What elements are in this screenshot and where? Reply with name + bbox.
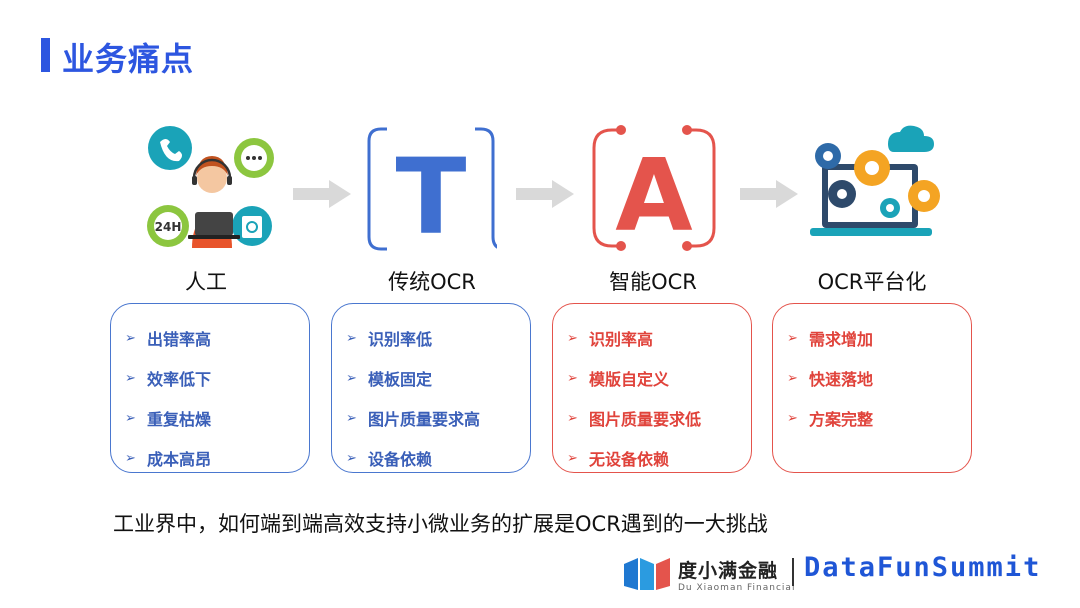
chevron-right-icon: ➢ <box>346 450 357 466</box>
chevron-right-icon: ➢ <box>567 410 578 426</box>
chevron-right-icon: ➢ <box>346 410 357 426</box>
a-letter: A <box>615 137 692 254</box>
chevron-right-icon: ➢ <box>567 370 578 386</box>
clock-24h-label: 24H <box>155 220 182 234</box>
cloud-icon <box>888 125 934 152</box>
footer-logos: 度小满金融 Du Xiaoman Financial DataFunSummit <box>624 552 1064 598</box>
ocr-platform-features-box: ➢ 需求增加 ➢ 快速落地 ➢ 方案完整 <box>772 303 972 473</box>
list-item: ➢ 快速落地 <box>787 370 874 389</box>
list-item: ➢ 无设备依赖 <box>567 450 670 469</box>
title-accent-bar <box>41 38 50 72</box>
chevron-right-icon: ➢ <box>787 410 798 426</box>
list-item: ➢ 设备依赖 <box>346 450 433 469</box>
list-item: ➢ 出错率高 <box>125 330 212 349</box>
smart-ocr-a-icon: A <box>592 125 716 254</box>
chevron-right-icon: ➢ <box>567 450 578 466</box>
column-label-ocr-platform: OCR平台化 <box>817 270 927 294</box>
column-label-manual: 人工 <box>185 270 227 294</box>
duxiaoman-logo-icon <box>624 558 670 590</box>
list-item: ➢ 图片质量要求低 <box>567 410 702 429</box>
chevron-right-icon: ➢ <box>567 330 578 346</box>
list-item: ➢ 成本高昂 <box>125 450 212 469</box>
chevron-right-icon: ➢ <box>346 330 357 346</box>
summary-statement: 工业界中，如何端到端高效支持小微业务的扩展是OCR遇到的一大挑战 <box>113 512 768 536</box>
list-item: ➢ 需求增加 <box>787 330 874 349</box>
arrow-right-icon <box>516 180 574 208</box>
chevron-right-icon: ➢ <box>346 370 357 386</box>
customer-service-icon: 24H <box>147 126 274 248</box>
list-item: ➢ 识别率高 <box>567 330 654 349</box>
chevron-right-icon: ➢ <box>125 330 136 346</box>
list-item: ➢ 识别率低 <box>346 330 433 349</box>
page-title: 业务痛点 <box>62 40 195 78</box>
smart-ocr-features-box: ➢ 识别率高 ➢ 模版自定义 ➢ 图片质量要求低 ➢ 无设备依赖 <box>552 303 752 473</box>
chevron-right-icon: ➢ <box>125 410 136 426</box>
t-letter: T <box>396 136 467 253</box>
chevron-right-icon: ➢ <box>787 330 798 346</box>
list-item: ➢ 图片质量要求高 <box>346 410 481 429</box>
arrow-right-icon <box>740 180 798 208</box>
list-item: ➢ 模板固定 <box>346 370 433 389</box>
list-item: ➢ 效率低下 <box>125 370 212 389</box>
traditional-ocr-t-icon: T <box>367 127 497 253</box>
chevron-right-icon: ➢ <box>125 450 136 466</box>
brand-name-cn: 度小满金融 <box>678 560 779 582</box>
column-label-smart-ocr: 智能OCR <box>609 270 697 294</box>
datafunsummit-logo: DataFunSummit <box>804 552 1042 583</box>
platform-gears-icon <box>810 125 940 236</box>
list-item: ➢ 方案完整 <box>787 410 874 429</box>
arrow-right-icon <box>293 180 351 208</box>
chevron-right-icon: ➢ <box>787 370 798 386</box>
manual-pain-points-box: ➢ 出错率高 ➢ 效率低下 ➢ 重复枯燥 ➢ 成本高昂 <box>110 303 310 473</box>
list-item: ➢ 模版自定义 <box>567 370 670 389</box>
logo-divider <box>792 558 794 586</box>
traditional-ocr-pain-points-box: ➢ 识别率低 ➢ 模板固定 ➢ 图片质量要求高 ➢ 设备依赖 <box>331 303 531 473</box>
brand-name-en: Du Xiaoman Financial <box>678 583 796 593</box>
column-label-traditional-ocr: 传统OCR <box>388 270 476 294</box>
chevron-right-icon: ➢ <box>125 370 136 386</box>
list-item: ➢ 重复枯燥 <box>125 410 212 429</box>
